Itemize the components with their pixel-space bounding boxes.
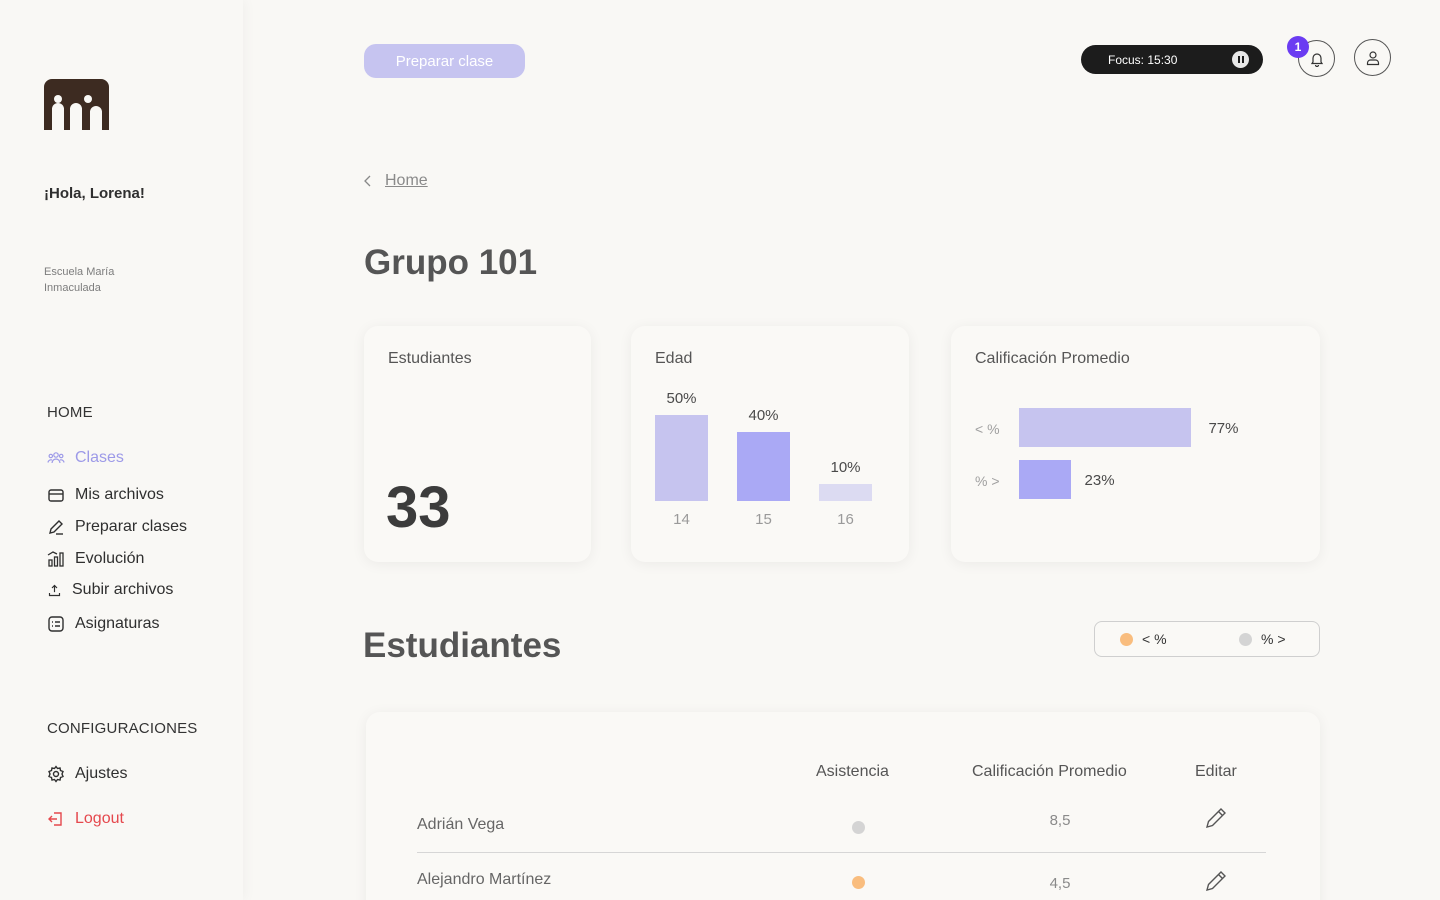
age-bar-value-label: 40% bbox=[748, 407, 779, 425]
age-bar-category-label: 14 bbox=[673, 511, 690, 528]
upload-icon bbox=[48, 584, 61, 596]
sidebar-item-subir-archivos[interactable]: Subir archivos bbox=[47, 581, 173, 599]
sidebar-item-label: Mis archivos bbox=[75, 486, 164, 503]
row-divider bbox=[417, 852, 1266, 853]
gear-icon bbox=[48, 765, 64, 783]
bell-icon bbox=[1310, 52, 1323, 67]
legend-dot bbox=[1120, 632, 1133, 646]
school-name: Escuela María Inmaculada bbox=[44, 266, 115, 294]
app-logo bbox=[44, 79, 109, 130]
focus-timer-label: Focus: 15:30 bbox=[1108, 52, 1178, 67]
attendance-legend: < % % > bbox=[1094, 621, 1320, 657]
student-grade: 4,5 bbox=[1049, 875, 1071, 892]
sidebar-item-label: Evolución bbox=[75, 550, 145, 567]
student-name[interactable]: Adrián Vega bbox=[417, 816, 504, 834]
home-section-label: HOME bbox=[47, 404, 93, 421]
sidebar-item-label: Clases bbox=[75, 449, 124, 466]
grade-bar-1 bbox=[1019, 460, 1071, 499]
focus-timer[interactable]: Focus: 15:30 bbox=[1081, 45, 1263, 74]
grade-chart-card: Calificación Promedio < % 77% % > 23% bbox=[951, 326, 1320, 562]
age-bar-15 bbox=[737, 432, 790, 501]
breadcrumb: Home bbox=[362, 172, 428, 190]
card-title: Calificación Promedio bbox=[975, 350, 1130, 367]
sidebar-item-label: Ajustes bbox=[75, 765, 128, 782]
breadcrumb-home-link[interactable]: Home bbox=[385, 172, 428, 190]
logout-button[interactable]: Logout bbox=[47, 810, 124, 828]
grade-bar-category-label: % > bbox=[975, 473, 1000, 489]
student-name[interactable]: Alejandro Martínez bbox=[417, 871, 551, 889]
sidebar-item-mis-archivos[interactable]: Mis archivos bbox=[47, 486, 164, 504]
legend-dot bbox=[1239, 632, 1252, 646]
age-bar-value-label: 10% bbox=[830, 458, 861, 476]
student-grade: 8,5 bbox=[1049, 812, 1071, 829]
card-title: Edad bbox=[655, 350, 693, 367]
pencil-icon bbox=[49, 520, 63, 535]
user-icon bbox=[1366, 50, 1379, 65]
prepare-class-button[interactable]: Preparar clase bbox=[364, 44, 525, 78]
attendance-dot bbox=[852, 876, 865, 889]
legend-item-high: % > bbox=[1239, 631, 1286, 647]
students-table: Asistencia Calificación Promedio Editar … bbox=[366, 712, 1320, 900]
grade-bar-category-label: < % bbox=[975, 421, 1000, 437]
sidebar-item-preparar-clases[interactable]: Preparar clases bbox=[47, 518, 187, 536]
users-icon bbox=[47, 452, 65, 464]
legend-label: < % bbox=[1142, 631, 1167, 647]
sidebar-item-evolucion[interactable]: Evolución bbox=[47, 550, 144, 568]
age-bar-16 bbox=[819, 483, 872, 501]
greeting: ¡Hola, Lorena! bbox=[44, 185, 145, 202]
grade-bar-value-label: 77% bbox=[1208, 420, 1239, 437]
card-title: Estudiantes bbox=[388, 350, 472, 367]
profile-button[interactable] bbox=[1354, 39, 1391, 76]
age-bar-value-label: 50% bbox=[666, 390, 697, 407]
sidebar-item-label: Subir archivos bbox=[72, 581, 174, 598]
logout-label: Logout bbox=[75, 810, 124, 827]
page-title: Grupo 101 bbox=[364, 243, 538, 282]
sidebar-item-ajustes[interactable]: Ajustes bbox=[47, 765, 127, 783]
sidebar-item-clases[interactable]: Clases bbox=[47, 449, 124, 467]
logout-icon bbox=[48, 812, 62, 826]
folder-icon bbox=[48, 489, 64, 502]
sidebar-item-label: Preparar clases bbox=[75, 518, 188, 535]
students-section-title: Estudiantes bbox=[363, 626, 562, 665]
age-chart-card: Edad 50% 14 40% 15 10% 16 bbox=[631, 326, 909, 562]
list-icon bbox=[48, 616, 64, 632]
sidebar-item-asignaturas[interactable]: Asignaturas bbox=[47, 615, 160, 633]
pause-icon[interactable] bbox=[1232, 51, 1249, 68]
notification-badge: 1 bbox=[1287, 36, 1309, 58]
students-count-card: Estudiantes 33 bbox=[364, 326, 591, 562]
attendance-dot bbox=[852, 821, 865, 834]
column-header-attendance: Asistencia bbox=[816, 763, 889, 780]
age-bar-category-label: 16 bbox=[837, 511, 854, 528]
edit-pencil-icon[interactable] bbox=[1203, 805, 1229, 831]
chevron-left-icon[interactable] bbox=[362, 174, 374, 188]
settings-section-label: CONFIGURACIONES bbox=[47, 720, 198, 737]
students-count: 33 bbox=[386, 475, 451, 540]
legend-label: % > bbox=[1261, 631, 1286, 647]
column-header-edit: Editar bbox=[1195, 763, 1237, 780]
sidebar-item-label: Asignaturas bbox=[75, 615, 160, 632]
edit-pencil-icon[interactable] bbox=[1203, 868, 1229, 894]
grade-bar-value-label: 23% bbox=[1084, 472, 1115, 489]
column-header-grade: Calificación Promedio bbox=[972, 763, 1127, 780]
bar-chart-icon bbox=[47, 551, 64, 567]
age-bar-14 bbox=[655, 415, 708, 501]
grade-bar-0 bbox=[1019, 408, 1192, 447]
age-bar-category-label: 15 bbox=[755, 511, 772, 528]
sidebar: ¡Hola, Lorena! Escuela María Inmaculada … bbox=[0, 0, 243, 900]
legend-item-low: < % bbox=[1120, 631, 1167, 647]
